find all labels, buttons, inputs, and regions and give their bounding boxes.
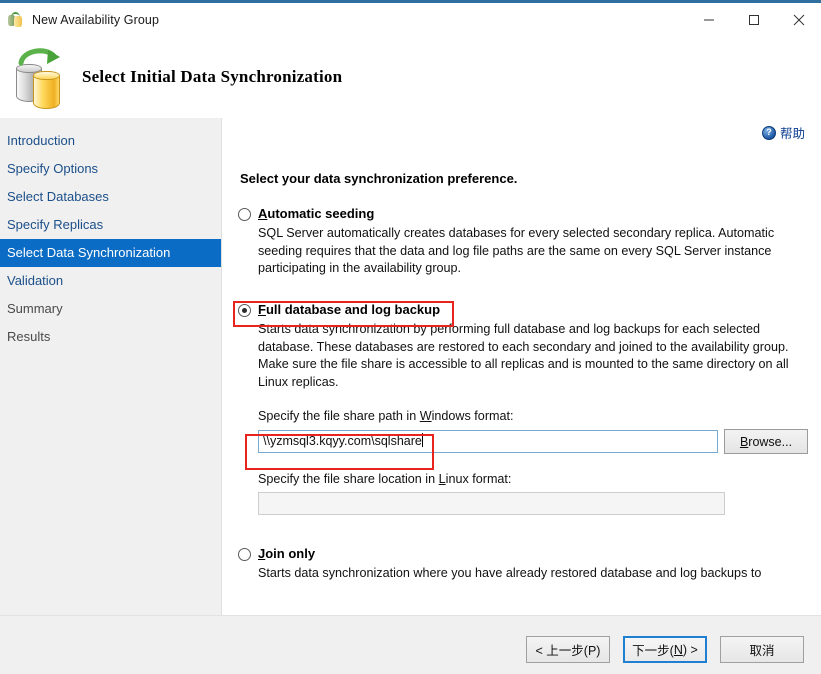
- option-join-only: Join only Starts data synchronization wh…: [238, 546, 808, 583]
- help-link[interactable]: 帮助: [762, 123, 805, 142]
- database-sync-icon: [8, 46, 70, 108]
- sidebar-item-summary[interactable]: Summary: [0, 295, 221, 323]
- help-circle-icon: [762, 126, 776, 140]
- option-join-only-description: Starts data synchronization where you ha…: [258, 565, 810, 583]
- sync-arrow-icon: [18, 46, 62, 70]
- sidebar-item-select-data-synchronization[interactable]: Select Data Synchronization: [0, 239, 221, 267]
- windows-share-path-row: \\yzmsql3.kqyy.com\sqlshare Browse...: [258, 429, 808, 454]
- window-controls: [686, 3, 821, 36]
- wizard-steps-sidebar: Introduction Specify Options Select Data…: [0, 118, 221, 615]
- sidebar-item-introduction[interactable]: Introduction: [0, 127, 221, 155]
- option-automatic-seeding-description: SQL Server automatically creates databas…: [258, 225, 810, 278]
- content-panel: 帮助 Select your data synchronization pref…: [222, 118, 821, 615]
- page-title: Select Initial Data Synchronization: [82, 67, 342, 87]
- body-area: Introduction Specify Options Select Data…: [0, 118, 821, 615]
- option-full-database-and-log-backup-description: Starts data synchronization by performin…: [258, 321, 810, 391]
- title-bar: New Availability Group: [0, 3, 821, 36]
- sidebar-item-select-databases[interactable]: Select Databases: [0, 183, 221, 211]
- help-label: 帮助: [780, 123, 805, 142]
- close-icon[interactable]: [776, 3, 821, 36]
- option-automatic-seeding: Automatic seeding SQL Server automatical…: [238, 206, 808, 278]
- linux-share-location-input[interactable]: [258, 492, 725, 515]
- linux-share-location-label: Specify the file share location in Linux…: [258, 472, 808, 486]
- windows-share-path-label: Specify the file share path in Windows f…: [258, 409, 808, 423]
- option-join-only-label[interactable]: Join only: [258, 546, 315, 561]
- minimize-icon[interactable]: [686, 3, 731, 36]
- sidebar-item-specify-options[interactable]: Specify Options: [0, 155, 221, 183]
- option-automatic-seeding-label[interactable]: Automatic seeding: [258, 206, 374, 221]
- footer-bar: < 上一步(P) 下一步(N) > 取消: [0, 615, 821, 674]
- footer-buttons: < 上一步(P) 下一步(N) > 取消: [526, 636, 804, 663]
- browse-button[interactable]: Browse...: [724, 429, 808, 454]
- sidebar-item-results[interactable]: Results: [0, 323, 221, 351]
- radio-full-database-and-log-backup[interactable]: [238, 304, 251, 317]
- windows-share-path-input[interactable]: \\yzmsql3.kqyy.com\sqlshare: [258, 430, 718, 453]
- sidebar-item-specify-replicas[interactable]: Specify Replicas: [0, 211, 221, 239]
- window-database-sync-icon: [8, 12, 24, 28]
- page-header: Select Initial Data Synchronization: [0, 36, 821, 118]
- window-title: New Availability Group: [32, 13, 159, 27]
- linux-share-location-row: [258, 492, 808, 515]
- option-full-database-and-log-backup: Full database and log backup Starts data…: [238, 302, 808, 515]
- back-button[interactable]: < 上一步(P): [526, 636, 610, 663]
- cancel-button[interactable]: 取消: [720, 636, 804, 663]
- new-availability-group-window: New Availability Group Select Initial Da…: [0, 0, 821, 674]
- maximize-icon[interactable]: [731, 3, 776, 36]
- preference-prompt: Select your data synchronization prefere…: [240, 171, 517, 186]
- option-full-database-and-log-backup-label[interactable]: Full database and log backup: [258, 302, 440, 317]
- sidebar-item-validation[interactable]: Validation: [0, 267, 221, 295]
- next-button[interactable]: 下一步(N) >: [623, 636, 707, 663]
- radio-automatic-seeding[interactable]: [238, 208, 251, 221]
- radio-join-only[interactable]: [238, 548, 251, 561]
